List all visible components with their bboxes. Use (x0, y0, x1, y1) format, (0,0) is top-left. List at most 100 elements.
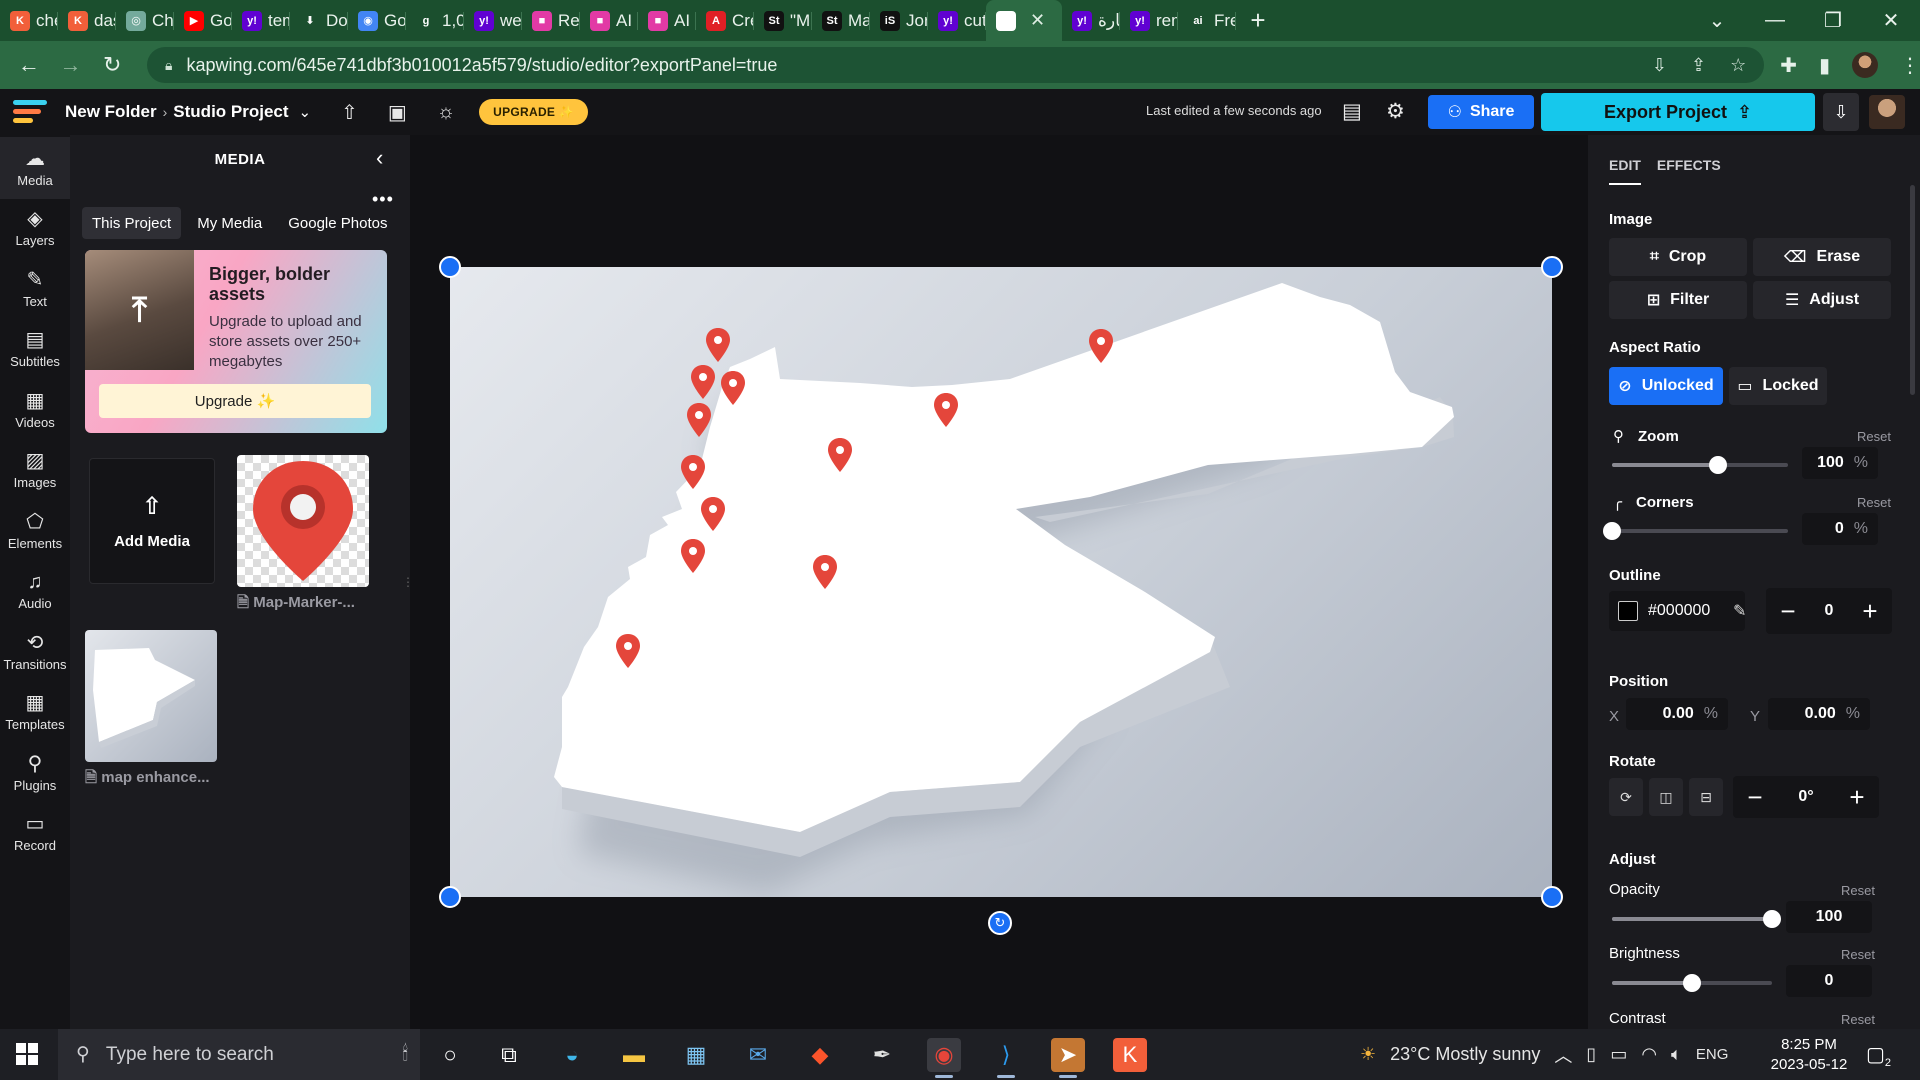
browser-tab[interactable]: y! حارة (1062, 0, 1120, 41)
storyboard-icon[interactable]: ▣ (388, 100, 407, 125)
tab-search-chevron-icon[interactable]: ⌄ (1688, 8, 1746, 33)
extensions-puzzle-icon[interactable]: ✚ (1780, 53, 1797, 78)
resize-handle-bottom-right[interactable] (1541, 886, 1563, 908)
browser-tab[interactable]: ◉ Goo (348, 0, 406, 41)
project-title[interactable]: Studio Project (173, 102, 288, 122)
cortana-icon[interactable]: ○ (433, 1038, 467, 1072)
crop-button[interactable]: ⌗ Crop (1609, 238, 1747, 276)
rotate-90-icon[interactable]: ⟳ (1609, 778, 1643, 816)
resize-handle-top-right[interactable] (1541, 256, 1563, 278)
close-window-icon[interactable]: ✕ (1862, 8, 1920, 33)
rotate-handle-icon[interactable]: ↻ (988, 911, 1012, 935)
browser-tab[interactable]: ■ Ren (522, 0, 580, 41)
rail-item-media[interactable]: ☁ Media (0, 137, 70, 199)
rail-item-text[interactable]: ✎ Text (0, 258, 70, 320)
corners-value-field[interactable]: 0% (1802, 513, 1878, 545)
browser-tab[interactable]: y! tem (232, 0, 290, 41)
filter-button[interactable]: ⊞ Filter (1609, 281, 1747, 319)
file-explorer-icon[interactable]: ▬ (617, 1038, 651, 1072)
forward-icon[interactable]: → (50, 52, 92, 78)
adjust-button[interactable]: ☰ Adjust (1753, 281, 1891, 319)
resize-handle-top-left[interactable] (439, 256, 461, 278)
microsoft-store-icon[interactable]: ▦ (679, 1038, 713, 1072)
flip-vertical-icon[interactable]: ⊟ (1689, 778, 1723, 816)
weather-text[interactable]: 23°C Mostly sunny (1390, 1044, 1540, 1065)
opacity-reset-link[interactable]: Reset (1841, 883, 1875, 898)
side-panel-icon[interactable]: ▮ (1819, 53, 1830, 78)
browser-tab[interactable]: iS Jord (870, 0, 928, 41)
taskbar-search-box[interactable]: ⚲ Type here to search 🕯︎ (58, 1029, 420, 1080)
device-icon[interactable]: ▯ (1586, 1044, 1596, 1065)
browser-tab[interactable]: ⬇ Dov (290, 0, 348, 41)
zoom-reset-link[interactable]: Reset (1857, 429, 1891, 444)
rail-item-subtitles[interactable]: ▤ Subtitles (0, 319, 70, 381)
x-position-field[interactable]: 0.00% (1626, 698, 1728, 730)
browser-tab[interactable]: Kdas (58, 0, 116, 41)
mail-icon[interactable]: ✉ (741, 1038, 775, 1072)
corners-reset-link[interactable]: Reset (1857, 495, 1891, 510)
tab-edit[interactable]: EDIT (1609, 157, 1641, 185)
upload-icon[interactable]: ⇧ (341, 100, 358, 125)
comments-icon[interactable]: ▤ (1342, 99, 1362, 124)
upgrade-button[interactable]: UPGRADE ✨ (479, 99, 589, 125)
tray-chevron-up-icon[interactable]: ︿ (1554, 1042, 1572, 1068)
rotation-value[interactable]: 0° (1798, 788, 1813, 806)
browser-tab[interactable]: St "Ma (754, 0, 812, 41)
browser-tab[interactable]: y! web (464, 0, 522, 41)
browser-menu-icon[interactable]: ⋮ (1900, 53, 1920, 78)
panel-resize-handle[interactable]: ⋮ (402, 575, 414, 599)
tab-effects[interactable]: EFFECTS (1657, 157, 1721, 185)
minus-icon[interactable]: − (1741, 782, 1769, 813)
contrast-reset-link[interactable]: Reset (1841, 1012, 1875, 1027)
slider-knob[interactable] (1603, 522, 1621, 540)
tab-this-project[interactable]: This Project (82, 207, 182, 239)
rail-item-layers[interactable]: ◈ Layers (0, 198, 70, 260)
close-tab-icon[interactable]: ✕ (1030, 10, 1045, 31)
rail-item-images[interactable]: ▨ Images (0, 440, 70, 502)
reload-icon[interactable]: ↻ (91, 52, 133, 78)
browser-tab[interactable]: ■ AI P (638, 0, 696, 41)
flip-horizontal-icon[interactable]: ◫ (1649, 778, 1683, 816)
user-avatar[interactable] (1869, 95, 1905, 129)
promo-upgrade-button[interactable]: Upgrade ✨ (99, 384, 371, 418)
opacity-value-field[interactable]: 100 (1786, 901, 1872, 933)
browser-tab[interactable]: y! rem (1120, 0, 1178, 41)
share-page-icon[interactable]: ⇪ (1691, 55, 1706, 76)
tab-my-media[interactable]: My Media (187, 207, 272, 239)
profile-avatar[interactable] (1852, 52, 1879, 78)
aspect-locked-button[interactable]: ▭ Locked (1729, 367, 1827, 405)
collapse-panel-chevron-icon[interactable]: ‹ (376, 145, 383, 171)
vscode-icon[interactable]: ⟩ (989, 1038, 1023, 1078)
kapwing-app-icon[interactable]: K (1113, 1038, 1147, 1072)
brightness-value-field[interactable]: 0 (1786, 965, 1872, 997)
chevron-down-icon[interactable]: ⌄ (299, 103, 312, 121)
rail-item-templates[interactable]: ▦ Templates (0, 682, 70, 744)
zoom-value-field[interactable]: 100% (1802, 447, 1878, 479)
browser-tab[interactable]: St Map (812, 0, 870, 41)
telegram-icon[interactable]: ➤ (1051, 1038, 1085, 1078)
browser-tab[interactable]: g 1,07 (406, 0, 464, 41)
kapwing-logo[interactable] (13, 100, 51, 124)
install-app-icon[interactable]: ⇩ (1652, 55, 1667, 76)
export-project-button[interactable]: Export Project ⇪ (1541, 93, 1815, 131)
minus-icon[interactable]: − (1774, 596, 1802, 627)
clock[interactable]: 8:25 PM 2023-05-12 (1764, 1035, 1854, 1075)
rail-item-elements[interactable]: ⬠ Elements (0, 500, 70, 562)
slider-knob[interactable] (1708, 456, 1727, 474)
tab-google-photos[interactable]: Google Photos (278, 207, 397, 239)
corners-slider[interactable] (1603, 522, 1788, 540)
media-asset-map-enhanced[interactable] (85, 630, 217, 762)
lock-icon[interactable]: 🔒︎ (165, 57, 172, 74)
volume-icon[interactable]: 🔈︎ (1671, 1044, 1682, 1065)
rail-item-plugins[interactable]: ⚲ Plugins (0, 742, 70, 804)
plus-icon[interactable]: + (1856, 596, 1884, 627)
rail-item-videos[interactable]: ▦ Videos (0, 379, 70, 441)
aspect-unlocked-button[interactable]: ⊘ Unlocked (1609, 367, 1723, 405)
resize-handle-bottom-left[interactable] (439, 886, 461, 908)
browser-tab[interactable]: ■ AI P (580, 0, 638, 41)
download-button[interactable]: ⇩ (1823, 93, 1859, 131)
browser-tab[interactable]: A Crea (696, 0, 754, 41)
properties-scrollbar[interactable] (1910, 185, 1915, 395)
browser-tab[interactable]: y! cut (928, 0, 986, 41)
brightness-slider[interactable] (1612, 974, 1772, 992)
